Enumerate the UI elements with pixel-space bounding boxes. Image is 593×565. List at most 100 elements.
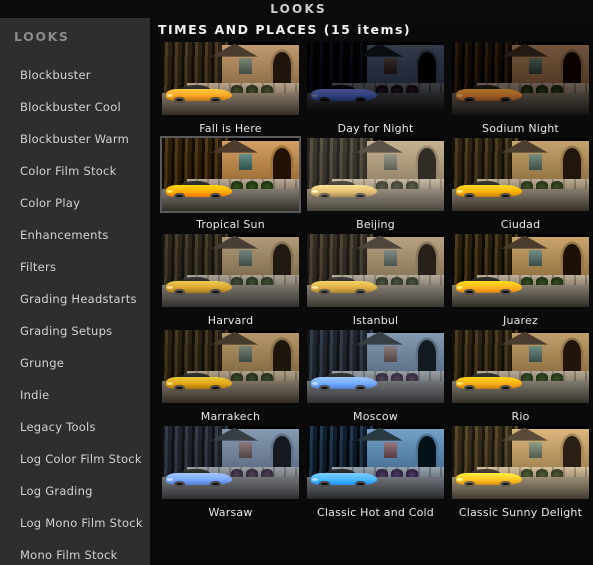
preset-item[interactable]: Fall is Here	[158, 42, 303, 138]
content-header: TIMES AND PLACES (15 items)	[150, 18, 593, 42]
sidebar-item-label: Filters	[20, 259, 57, 274]
preset-thumbnail[interactable]	[452, 42, 589, 115]
preset-preview-image	[452, 138, 589, 211]
sidebar-item-label: Indie	[20, 387, 50, 402]
preset-preview-image	[162, 234, 299, 307]
preset-preview-image	[162, 42, 299, 115]
sidebar-item-label: Grading Setups	[20, 323, 113, 338]
preset-grid-row: Tropical Sun Beijing Ciudad	[158, 136, 593, 234]
sidebar: LOOKS Blockbuster Blockbuster Cool Blockbu…	[0, 18, 150, 565]
preset-item[interactable]: Classic Sunny Delight	[448, 426, 593, 522]
preset-item[interactable]: Harvard	[158, 234, 303, 330]
preset-item[interactable]: Tropical Sun	[158, 136, 303, 234]
preset-label: Istanbul	[352, 314, 399, 327]
sidebar-item-label: Grunge	[20, 355, 65, 370]
sidebar-item-label: Log Mono Film Stock	[20, 515, 143, 530]
looks-browser-window: LOOKS LOOKS Blockbuster Blockbuster Cool B…	[0, 0, 593, 565]
sidebar-item-color-play[interactable]: Color Play	[0, 188, 150, 220]
sidebar-item-mono-film-stock[interactable]: Mono Film Stock	[0, 540, 150, 565]
preset-thumbnail[interactable]	[162, 426, 299, 499]
preset-label: Juarez	[503, 314, 538, 327]
preset-label: Sodium Night	[482, 122, 559, 135]
sidebar-item-label: Enhancements	[20, 227, 109, 242]
sidebar-item-grading-headstarts[interactable]: Grading Headstarts	[0, 284, 150, 316]
preset-preview-image	[307, 42, 444, 115]
window-title-bar: LOOKS	[0, 0, 593, 18]
preset-thumbnail[interactable]	[452, 330, 589, 403]
preset-grid-row: Warsaw Classic Hot and Cold Classic Sunny …	[158, 426, 593, 522]
sidebar-item-legacy-tools[interactable]: Legacy Tools	[0, 412, 150, 444]
preset-thumbnail[interactable]	[452, 426, 589, 499]
preset-thumbnail[interactable]	[452, 234, 589, 307]
preset-preview-image	[452, 42, 589, 115]
preset-label: Beijing	[356, 218, 395, 231]
sidebar-item-blockbuster-warm[interactable]: Blockbuster Warm	[0, 124, 150, 156]
preset-grid: Fall is Here Day for Night Sodium Night Tro…	[150, 42, 593, 522]
sidebar-item-label: Blockbuster Warm	[20, 131, 130, 146]
sidebar-item-log-color-film-stock[interactable]: Log Color Film Stock	[0, 444, 150, 476]
preset-item[interactable]: Moscow	[303, 330, 448, 426]
preset-preview-image	[162, 426, 299, 499]
preset-label: Moscow	[353, 410, 398, 423]
sidebar-item-color-film-stock[interactable]: Color Film Stock	[0, 156, 150, 188]
sidebar-item-log-mono-film-stock[interactable]: Log Mono Film Stock	[0, 508, 150, 540]
sidebar-item-label: Log Color Film Stock	[20, 451, 142, 466]
preset-preview-image	[307, 234, 444, 307]
sidebar-item-indie[interactable]: Indie	[0, 380, 150, 412]
preset-label: Harvard	[207, 314, 254, 327]
preset-item[interactable]: Marrakech	[158, 330, 303, 426]
sidebar-item-grading-setups[interactable]: Grading Setups	[0, 316, 150, 348]
preset-grid-row: Fall is Here Day for Night Sodium Night	[158, 42, 593, 138]
sidebar-item-label: Grading Headstarts	[20, 291, 137, 306]
preset-thumbnail[interactable]	[160, 136, 301, 213]
preset-item[interactable]: Day for Night	[303, 42, 448, 138]
sidebar-item-filters[interactable]: Filters	[0, 252, 150, 284]
preset-label: Classic Sunny Delight	[458, 506, 583, 519]
preset-label: Tropical Sun	[196, 218, 265, 231]
preset-item[interactable]: Warsaw	[158, 426, 303, 522]
preset-thumbnail[interactable]	[162, 330, 299, 403]
preset-preview-image	[307, 330, 444, 403]
preset-item[interactable]: Ciudad	[448, 138, 593, 234]
preset-thumbnail[interactable]	[307, 42, 444, 115]
preset-thumbnail[interactable]	[307, 138, 444, 211]
preset-preview-image	[162, 330, 299, 403]
sidebar-item-enhancements[interactable]: Enhancements	[0, 220, 150, 252]
sidebar-item-label: Legacy Tools	[20, 419, 96, 434]
sidebar-item-grunge[interactable]: Grunge	[0, 348, 150, 380]
preset-item[interactable]: Beijing	[303, 138, 448, 234]
sidebar-item-label: Color Play	[20, 195, 81, 210]
preset-preview-image	[307, 426, 444, 499]
preset-preview-image	[452, 426, 589, 499]
preset-thumbnail[interactable]	[307, 426, 444, 499]
preset-preview-image	[307, 138, 444, 211]
sidebar-header: LOOKS	[14, 29, 70, 44]
preset-thumbnail[interactable]	[452, 138, 589, 211]
sidebar-item-log-grading[interactable]: Log Grading	[0, 476, 150, 508]
preset-label: Ciudad	[500, 218, 541, 231]
sidebar-item-blockbuster[interactable]: Blockbuster	[0, 60, 150, 92]
content-panel: TIMES AND PLACES (15 items) Fall is Here…	[150, 18, 593, 565]
preset-item[interactable]: Sodium Night	[448, 42, 593, 138]
preset-item[interactable]: Classic Hot and Cold	[303, 426, 448, 522]
preset-thumbnail[interactable]	[162, 234, 299, 307]
preset-item[interactable]: Rio	[448, 330, 593, 426]
preset-grid-row: Marrakech Moscow Rio	[158, 330, 593, 426]
preset-thumbnail[interactable]	[307, 330, 444, 403]
window-title: LOOKS	[270, 2, 327, 16]
preset-label: Warsaw	[208, 506, 253, 519]
preset-item[interactable]: Istanbul	[303, 234, 448, 330]
preset-item[interactable]: Juarez	[448, 234, 593, 330]
preset-thumbnail[interactable]	[162, 42, 299, 115]
preset-label: Classic Hot and Cold	[317, 506, 434, 519]
preset-label: Fall is Here	[199, 122, 262, 135]
sidebar-item-label: Blockbuster Cool	[20, 99, 121, 114]
content-header-title: TIMES AND PLACES (15 items)	[158, 21, 412, 37]
preset-preview-image	[452, 234, 589, 307]
sidebar-item-blockbuster-cool[interactable]: Blockbuster Cool	[0, 92, 150, 124]
sidebar-item-label: Log Grading	[20, 483, 93, 498]
preset-grid-row: Harvard Istanbul Juarez	[158, 234, 593, 330]
preset-thumbnail[interactable]	[307, 234, 444, 307]
sidebar-item-label: Mono Film Stock	[20, 547, 118, 562]
preset-label: Day for Night	[337, 122, 414, 135]
